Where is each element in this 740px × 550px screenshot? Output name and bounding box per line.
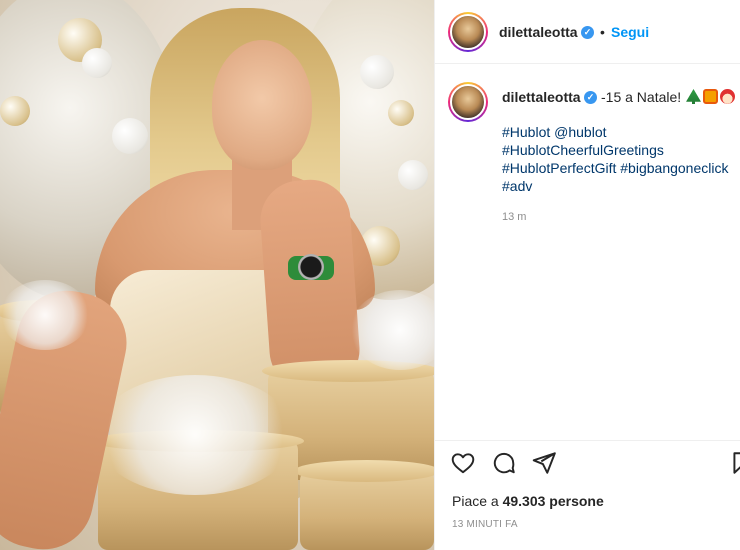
actions-divider xyxy=(435,440,740,441)
share-icon[interactable] xyxy=(531,450,557,476)
likes-prefix: Piace a xyxy=(452,493,503,509)
likes-number: 49.303 xyxy=(502,493,546,509)
ornament xyxy=(112,118,148,154)
header-username[interactable]: dilettaleotta xyxy=(499,24,578,40)
post-timestamp[interactable]: 13 MINUTI FA xyxy=(452,519,518,530)
gift-icon xyxy=(703,89,718,104)
caption-time[interactable]: 13 m xyxy=(502,211,526,223)
post-header: dilettaleotta ✓ • Segui xyxy=(435,0,740,64)
verified-icon: ✓ xyxy=(584,91,597,104)
caption-text: -15 a Natale! xyxy=(601,89,682,105)
comment-icon[interactable] xyxy=(491,450,517,476)
likes-count[interactable]: Piace a 49.303 persone xyxy=(452,493,604,509)
ornament xyxy=(82,48,112,78)
post-photo[interactable] xyxy=(0,0,434,550)
watch xyxy=(288,254,334,280)
hashtag-line-4[interactable]: #adv xyxy=(502,178,532,194)
santa-icon xyxy=(720,89,735,104)
ornament xyxy=(388,100,414,126)
gift-bow xyxy=(350,290,434,370)
ornament xyxy=(0,96,30,126)
post-sidebar: dilettaleotta ✓ • Segui dilettaleotta ✓ … xyxy=(435,0,740,550)
separator-dot: • xyxy=(600,24,605,40)
face xyxy=(212,40,312,170)
hashtag-line-3[interactable]: #HublotPerfectGift #bigbangoneclick xyxy=(502,160,728,176)
follow-button[interactable]: Segui xyxy=(611,24,649,40)
ornament xyxy=(398,160,428,190)
gift-box xyxy=(294,460,434,550)
likes-suffix: persone xyxy=(545,493,604,509)
caption-username[interactable]: dilettaleotta xyxy=(502,89,581,105)
caption-avatar[interactable] xyxy=(448,82,488,122)
avatar[interactable] xyxy=(448,12,488,52)
hashtag-line-1[interactable]: #Hublot @hublot xyxy=(502,124,607,140)
gift-bow xyxy=(0,280,90,350)
bookmark-icon[interactable] xyxy=(729,450,740,476)
hashtag-line-2[interactable]: #HublotCheerfulGreetings xyxy=(502,142,664,158)
ornament xyxy=(360,55,394,89)
verified-icon: ✓ xyxy=(581,26,594,39)
gift-bow xyxy=(95,375,295,495)
christmas-tree-icon xyxy=(686,89,701,104)
heart-icon[interactable] xyxy=(450,450,476,476)
